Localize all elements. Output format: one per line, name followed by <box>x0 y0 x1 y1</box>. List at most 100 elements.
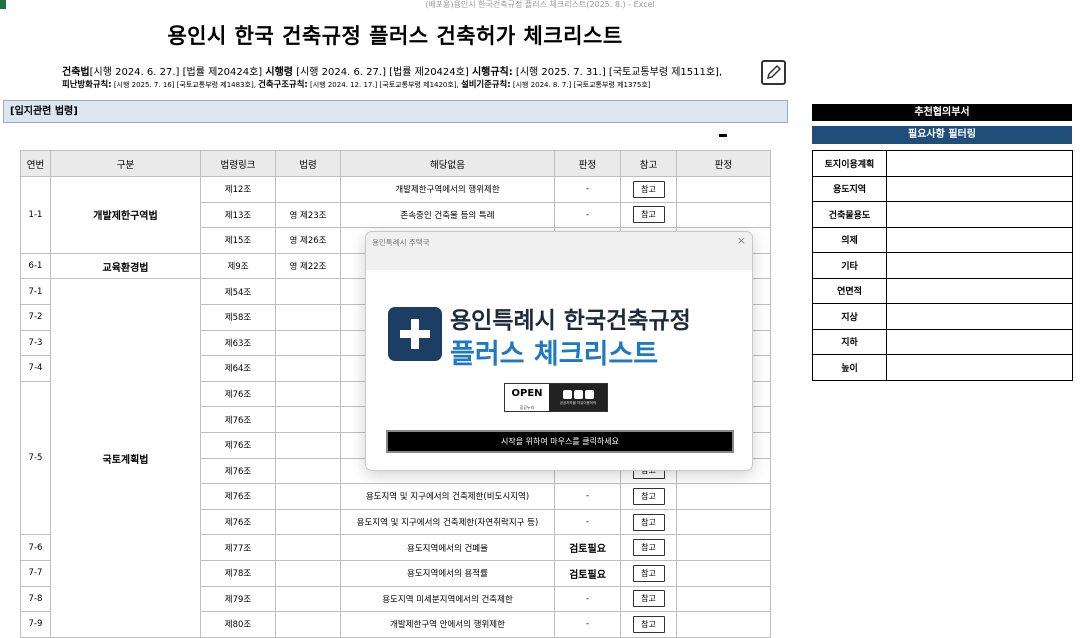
filter-row: 용도지역 <box>812 175 1073 202</box>
law-name: 시행령 <box>265 67 293 78</box>
filter-row: 기타 <box>812 252 1073 279</box>
law-name: 건축법 <box>62 67 90 78</box>
law-link[interactable]: 제76조 <box>200 508 276 536</box>
law-detail: [시행 2024. 12. 17.] [국토교통부령 제1420호], <box>307 81 462 89</box>
filter-label: 연면적 <box>812 277 887 304</box>
ref-button[interactable]: 참고 <box>632 206 665 224</box>
law-link[interactable]: 제77조 <box>200 534 276 561</box>
law-cell: 영 제26조 <box>275 227 341 254</box>
law-link[interactable]: 제79조 <box>200 585 276 613</box>
row-number: 7-7 <box>20 559 51 587</box>
law-cell <box>275 508 341 536</box>
law-link[interactable]: 제58조 <box>200 303 276 331</box>
dialog-title: 용인특례시 주택국 <box>372 238 430 247</box>
judge-cell: - <box>554 201 621 229</box>
attribution-icon <box>562 389 572 399</box>
ref-cell: 참고 <box>620 534 677 561</box>
desc-cell: 개발제한구역 안에서의 행위제한 <box>340 611 555 638</box>
ref-cell: 참고 <box>620 176 677 203</box>
law-link[interactable]: 제9조 <box>200 252 276 280</box>
filter-value[interactable] <box>886 328 1073 355</box>
filter-value[interactable] <box>886 354 1073 381</box>
page-title: 용인시 한국 건축규정 플러스 건축허가 체크리스트 <box>167 24 623 48</box>
law-name: 피난방화규칙: <box>62 79 112 89</box>
law-link[interactable]: 제76조 <box>200 457 276 485</box>
category-cell: 개발제한구역법 <box>50 176 201 254</box>
law-link[interactable]: 제78조 <box>200 559 276 587</box>
ref-button[interactable]: 참고 <box>632 180 665 198</box>
law-detail: [시행 2024. 6. 27.] [법률 제20424호] <box>89 67 266 78</box>
judge2-cell <box>676 585 771 613</box>
law-link[interactable]: 제80조 <box>200 611 276 638</box>
filter-label: 용도지역 <box>812 175 887 202</box>
row-number: 7-1 <box>20 278 51 305</box>
filter-value[interactable] <box>886 150 1073 177</box>
law-link[interactable]: 제76조 <box>200 380 276 408</box>
window-title: (배포용)용인시 한국건축규정 플러스 체크리스트(2025. 8.) - Ex… <box>425 0 655 9</box>
splash-dialog: 용인특례시 주택국 × 용인특례시 한국건축규정 플러스 체크리스트 OPEN … <box>365 231 753 471</box>
law-link[interactable]: 제76조 <box>200 483 276 510</box>
filter-value[interactable] <box>886 226 1073 253</box>
desc-cell: 용도지역 및 지구에서의 건축제한(자연취락지구 등) <box>340 508 555 536</box>
law-link[interactable]: 제15조 <box>200 227 276 254</box>
filter-label: 토지이용계획 <box>812 150 887 177</box>
ref-button[interactable]: 참고 <box>632 513 665 531</box>
filter-label: 기타 <box>812 252 887 279</box>
law-cell <box>275 329 341 357</box>
law-cell <box>275 457 341 485</box>
no-derivatives-icon <box>584 389 594 399</box>
law-link[interactable]: 제64조 <box>200 355 276 382</box>
law-link[interactable]: 제54조 <box>200 278 276 305</box>
open-logo: OPEN 공공누리 <box>505 384 549 411</box>
table-header-row: 연번 구분 법령링크 법령 해당없음 판정 참고 판정 <box>20 150 771 177</box>
ref-cell: 참고 <box>620 201 677 229</box>
col-header: 법령링크 <box>200 150 276 177</box>
desc-cell: 용도지역 미세분지역에서의 건축제한 <box>340 585 555 613</box>
filter-value[interactable] <box>886 201 1073 228</box>
law-link[interactable]: 제76조 <box>200 431 276 459</box>
law-cell <box>275 534 341 561</box>
ref-button[interactable]: 참고 <box>632 590 665 608</box>
law-info-line-1: 건축법[시행 2024. 6. 27.] [법률 제20424호] 시행령 [시… <box>62 63 722 78</box>
filter-value[interactable] <box>886 277 1073 304</box>
law-cell: 영 제23조 <box>275 201 341 229</box>
row-number: 7-2 <box>20 303 51 331</box>
filter-value[interactable] <box>886 175 1073 202</box>
window-titlebar: (배포용)용인시 한국건축규정 플러스 체크리스트(2025. 8.) - Ex… <box>0 0 1080 10</box>
ref-button[interactable]: 참고 <box>632 615 665 633</box>
close-icon[interactable]: × <box>737 234 746 247</box>
filter-row: 높이 <box>812 354 1073 381</box>
ref-button[interactable]: 참고 <box>632 564 665 582</box>
filter-row: 지상 <box>812 303 1073 330</box>
law-link[interactable]: 제12조 <box>200 176 276 203</box>
judge-cell: - <box>554 611 621 638</box>
filter-value[interactable] <box>886 303 1073 330</box>
logo-title-line2: 플러스 체크리스트 <box>450 339 659 370</box>
row-number: 6-1 <box>20 252 51 280</box>
excel-icon <box>0 0 6 9</box>
plus-logo-icon <box>388 307 442 361</box>
law-link[interactable]: 제13조 <box>200 201 276 229</box>
row-number: 1-1 <box>20 176 51 254</box>
judge-cell: - <box>554 508 621 536</box>
row-number: 7-8 <box>20 585 51 613</box>
ref-button[interactable]: 참고 <box>632 539 665 557</box>
filter-row: 지하 <box>812 328 1073 355</box>
law-link[interactable]: 제63조 <box>200 329 276 357</box>
col-header: 해당없음 <box>340 150 555 177</box>
section-header-location-laws: [입지관련 법령] <box>3 100 788 123</box>
ref-button[interactable]: 참고 <box>632 487 665 505</box>
ref-cell: 참고 <box>620 483 677 510</box>
desc-cell: 존속중인 건축물 등의 특례 <box>340 201 555 229</box>
law-info-line-2: 피난방화규칙: [시행 2025. 7. 16] [국토교통부령 제1483호]… <box>62 78 651 90</box>
license-icons: 공공저작물 자유이용허락 <box>549 384 607 411</box>
law-link[interactable]: 제76조 <box>200 406 276 433</box>
filter-value[interactable] <box>886 252 1073 279</box>
filter-label: 지상 <box>812 303 887 330</box>
law-detail: [시행 2024. 6. 27.] [법률 제20424호] <box>292 67 472 78</box>
edit-icon[interactable] <box>761 60 786 85</box>
collapse-dash[interactable] <box>719 134 727 137</box>
start-button[interactable]: 시작을 위하여 마우스를 클릭하세요 <box>386 430 734 453</box>
judge-cell: 검토필요 <box>554 559 621 587</box>
law-cell <box>275 559 341 587</box>
